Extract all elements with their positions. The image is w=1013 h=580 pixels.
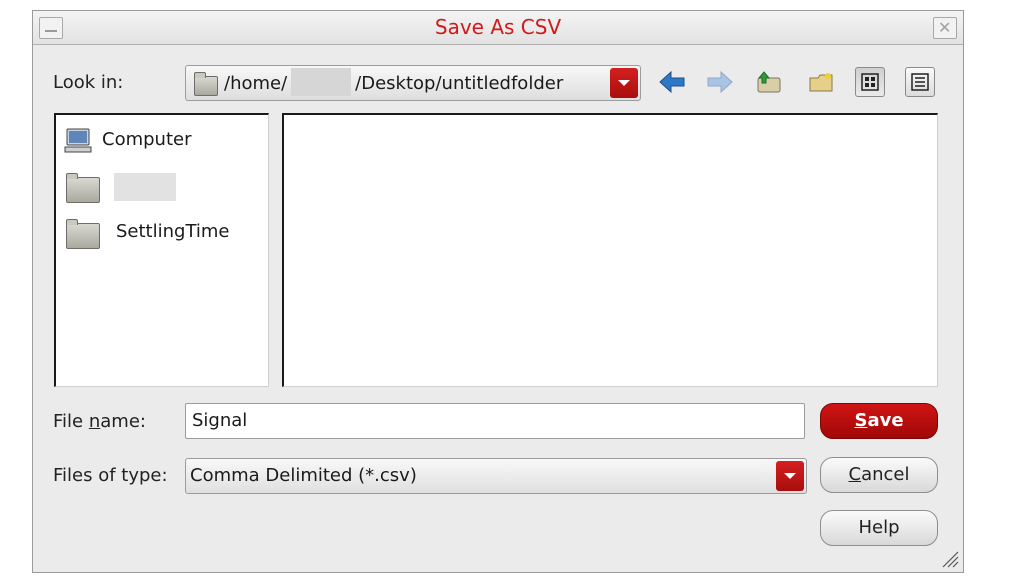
file-type-dropdown-button[interactable]	[776, 461, 804, 491]
list-view-icon	[861, 73, 879, 91]
places-panel: Computer SettlingTime	[54, 113, 269, 387]
look-in-path: /home/ /Desktop/untitledfolder	[224, 68, 564, 96]
details-view-icon	[911, 73, 929, 91]
redacted-folder-name	[114, 173, 176, 201]
close-button[interactable]: ✕	[933, 17, 957, 39]
look-in-label: Look in:	[53, 72, 124, 93]
places-item-label: SettlingTime	[116, 221, 230, 242]
redacted-username	[291, 68, 352, 96]
file-name-input[interactable]: Signal	[185, 403, 805, 439]
file-type-value: Comma Delimited (*.csv)	[190, 465, 417, 486]
resize-grip-icon[interactable]	[939, 548, 959, 568]
forward-arrow-icon	[707, 71, 733, 93]
folder-icon	[194, 72, 218, 96]
up-folder-button[interactable]	[754, 67, 784, 97]
look-in-dropdown-button[interactable]	[610, 68, 638, 98]
file-type-combo[interactable]: Comma Delimited (*.csv)	[185, 458, 807, 494]
places-item-folder[interactable]	[64, 167, 264, 207]
path-prefix: /home/	[224, 73, 288, 94]
places-item-settlingtime[interactable]: SettlingTime	[64, 213, 264, 253]
computer-icon	[64, 128, 92, 153]
cancel-button[interactable]: Cancel	[820, 457, 938, 493]
details-view-button[interactable]	[905, 67, 935, 97]
folder-icon	[66, 219, 100, 249]
file-name-label: File name:	[53, 411, 146, 432]
back-button[interactable]	[657, 67, 687, 97]
save-button[interactable]: Save	[820, 403, 938, 439]
up-folder-icon	[757, 71, 781, 93]
help-button[interactable]: Help	[820, 510, 938, 546]
folder-icon	[66, 173, 100, 203]
dialog-title: Save As CSV	[434, 15, 562, 39]
places-item-label: Computer	[102, 129, 192, 150]
new-folder-button[interactable]	[806, 67, 836, 97]
save-as-dialog: Save As CSV ✕ Look in: /home/ /Desktop/un…	[32, 10, 964, 573]
file-list-panel[interactable]	[282, 113, 938, 387]
places-item-computer[interactable]: Computer	[64, 121, 264, 161]
forward-button[interactable]	[705, 67, 735, 97]
back-arrow-icon	[659, 71, 685, 93]
file-type-label: Files of type:	[53, 465, 168, 486]
title-bar[interactable]: Save As CSV ✕	[33, 11, 963, 45]
look-in-combo[interactable]: /home/ /Desktop/untitledfolder	[185, 65, 641, 101]
close-icon: ✕	[938, 18, 952, 37]
new-folder-icon	[809, 73, 833, 92]
path-suffix: /Desktop/untitledfolder	[355, 73, 564, 94]
list-view-button[interactable]	[855, 67, 885, 97]
